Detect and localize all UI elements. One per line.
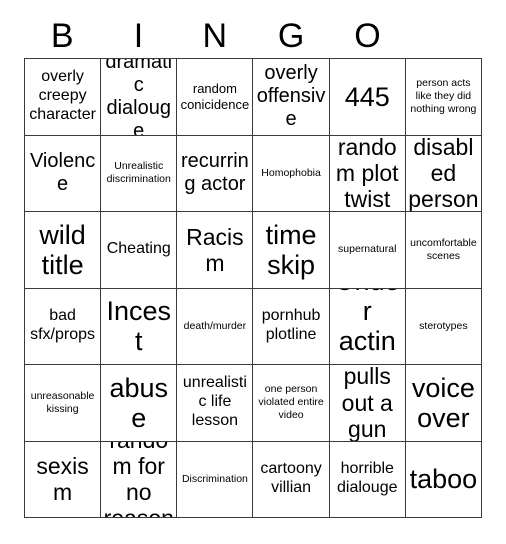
bingo-cell-label: pornhub plotline bbox=[261, 307, 321, 344]
bingo-header-letter-5: O bbox=[354, 17, 381, 55]
bingo-cell-label: one person violated entire video bbox=[258, 383, 324, 422]
bingo-cell-label: bad sfx/props bbox=[30, 307, 96, 344]
bingo-cell-label: sterotypes bbox=[419, 319, 468, 332]
bingo-cell-r6c5[interactable]: horrible dialouge bbox=[329, 441, 406, 518]
bingo-cell-r5c6[interactable]: voice over bbox=[405, 365, 482, 442]
bingo-cell-label: Under acting bbox=[335, 289, 400, 365]
bingo-cell-r1c4[interactable]: overly offensive bbox=[253, 59, 330, 136]
bingo-cell-r6c2[interactable]: random for no reason bbox=[101, 441, 178, 518]
bingo-cell-label: taboo bbox=[409, 464, 478, 495]
bingo-cell-r5c4[interactable]: one person violated entire video bbox=[253, 365, 330, 442]
bingo-header-letter-3: N bbox=[202, 17, 228, 55]
bingo-cell-label: Violence bbox=[29, 150, 96, 196]
bingo-header-row: BINGO bbox=[24, 14, 482, 58]
bingo-cell-r2c4[interactable]: Homophobia bbox=[253, 135, 330, 212]
bingo-cell-label: dramatic dialouge bbox=[105, 59, 173, 136]
bingo-cell-r1c6[interactable]: person acts like they did nothing wrong bbox=[405, 59, 482, 136]
bingo-cell-label: supernatural bbox=[338, 243, 397, 256]
bingo-cell-label: voice over bbox=[411, 372, 475, 433]
bingo-header-letter-2: I bbox=[133, 17, 144, 55]
bingo-cell-r6c1[interactable]: sexism bbox=[25, 441, 102, 518]
bingo-cell-label: 445 bbox=[344, 81, 390, 112]
bingo-cell-r5c1[interactable]: unreasonable kissing bbox=[25, 365, 102, 442]
bingo-cell-label: Incest bbox=[106, 296, 172, 357]
bingo-header-letter-4: G bbox=[277, 17, 305, 55]
bingo-cell-label: disabled person bbox=[408, 135, 479, 212]
bingo-cell-r6c3[interactable]: Discrimination bbox=[177, 441, 254, 518]
bingo-cell-r1c5[interactable]: 445 bbox=[329, 59, 406, 136]
bingo-cell-label: overly offensive bbox=[256, 62, 326, 131]
bingo-cell-r1c2[interactable]: dramatic dialouge bbox=[101, 59, 178, 136]
bingo-cell-label: Homophobia bbox=[261, 166, 321, 179]
bingo-cell-r2c2[interactable]: Unrealistic discrimination bbox=[101, 135, 178, 212]
bingo-cell-r2c6[interactable]: disabled person bbox=[405, 135, 482, 212]
bingo-cell-r3c2[interactable]: Cheating bbox=[101, 212, 178, 289]
bingo-cell-r4c2[interactable]: Incest bbox=[101, 288, 178, 365]
bingo-header-letter-6 bbox=[406, 14, 482, 58]
bingo-cell-r3c4[interactable]: time skip bbox=[253, 212, 330, 289]
bingo-cell-label: cartoony villian bbox=[260, 460, 322, 497]
bingo-cell-label: overly creepy character bbox=[29, 68, 96, 124]
bingo-cell-label: random plot twist bbox=[335, 135, 399, 212]
bingo-cell-r3c5[interactable]: supernatural bbox=[329, 212, 406, 289]
bingo-card: B I N G O overly creepy character dramatic di… bbox=[0, 0, 506, 544]
bingo-cell-label: random for no reason bbox=[104, 442, 174, 518]
bingo-cell-r5c2[interactable]: abuse bbox=[101, 365, 178, 442]
bingo-cell-label: sexism bbox=[36, 453, 89, 506]
bingo-cell-r1c3[interactable]: random conicidence bbox=[177, 59, 254, 136]
bingo-cell-label: Unrealistic discrimination bbox=[106, 160, 171, 186]
bingo-cell-r4c1[interactable]: bad sfx/props bbox=[25, 288, 102, 365]
bingo-cell-label: abuse bbox=[109, 372, 169, 433]
bingo-cell-label: Cheating bbox=[106, 240, 171, 258]
bingo-cell-r4c4[interactable]: pornhub plotline bbox=[253, 288, 330, 365]
bingo-cell-label: random conicidence bbox=[180, 81, 250, 112]
bingo-cell-r3c3[interactable]: Racism bbox=[177, 212, 254, 289]
bingo-cell-r2c1[interactable]: Violence bbox=[25, 135, 102, 212]
bingo-cell-label: recurring actor bbox=[181, 150, 249, 196]
bingo-cell-label: death/murder bbox=[183, 319, 247, 332]
bingo-cell-r3c6[interactable]: uncomfortable scenes bbox=[405, 212, 482, 289]
bingo-header-letter-1: B bbox=[50, 17, 74, 55]
bingo-grid: overly creepy character dramatic dialouge… bbox=[24, 58, 482, 518]
bingo-cell-label: uncomfortable scenes bbox=[410, 236, 477, 262]
bingo-cell-r4c3[interactable]: death/murder bbox=[177, 288, 254, 365]
bingo-cell-r2c3[interactable]: recurring actor bbox=[177, 135, 254, 212]
bingo-cell-r1c1[interactable]: overly creepy character bbox=[25, 59, 102, 136]
bingo-cell-r6c4[interactable]: cartoony villian bbox=[253, 441, 330, 518]
bingo-cell-r3c1[interactable]: wild title bbox=[25, 212, 102, 289]
bingo-cell-label: Discrimination bbox=[181, 472, 248, 485]
bingo-cell-label: horrible dialouge bbox=[336, 460, 398, 497]
bingo-cell-r5c3[interactable]: unrealistic life lesson bbox=[177, 365, 254, 442]
bingo-cell-r2c5[interactable]: random plot twist bbox=[329, 135, 406, 212]
bingo-cell-r4c6[interactable]: sterotypes bbox=[405, 288, 482, 365]
bingo-cell-r5c5[interactable]: pulls out a gun bbox=[329, 365, 406, 442]
bingo-cell-label: Racism bbox=[186, 223, 244, 276]
bingo-cell-label: person acts like they did nothing wrong bbox=[410, 77, 477, 116]
bingo-cell-r4c5[interactable]: Under acting bbox=[329, 288, 406, 365]
bingo-cell-label: unreasonable kissing bbox=[30, 389, 95, 415]
bingo-cell-label: time skip bbox=[265, 219, 317, 280]
bingo-cell-label: pulls out a gun bbox=[341, 365, 393, 442]
bingo-cell-label: unrealistic life lesson bbox=[182, 374, 247, 430]
bingo-cell-label: wild title bbox=[39, 219, 86, 280]
bingo-cell-r6c6[interactable]: taboo bbox=[405, 441, 482, 518]
